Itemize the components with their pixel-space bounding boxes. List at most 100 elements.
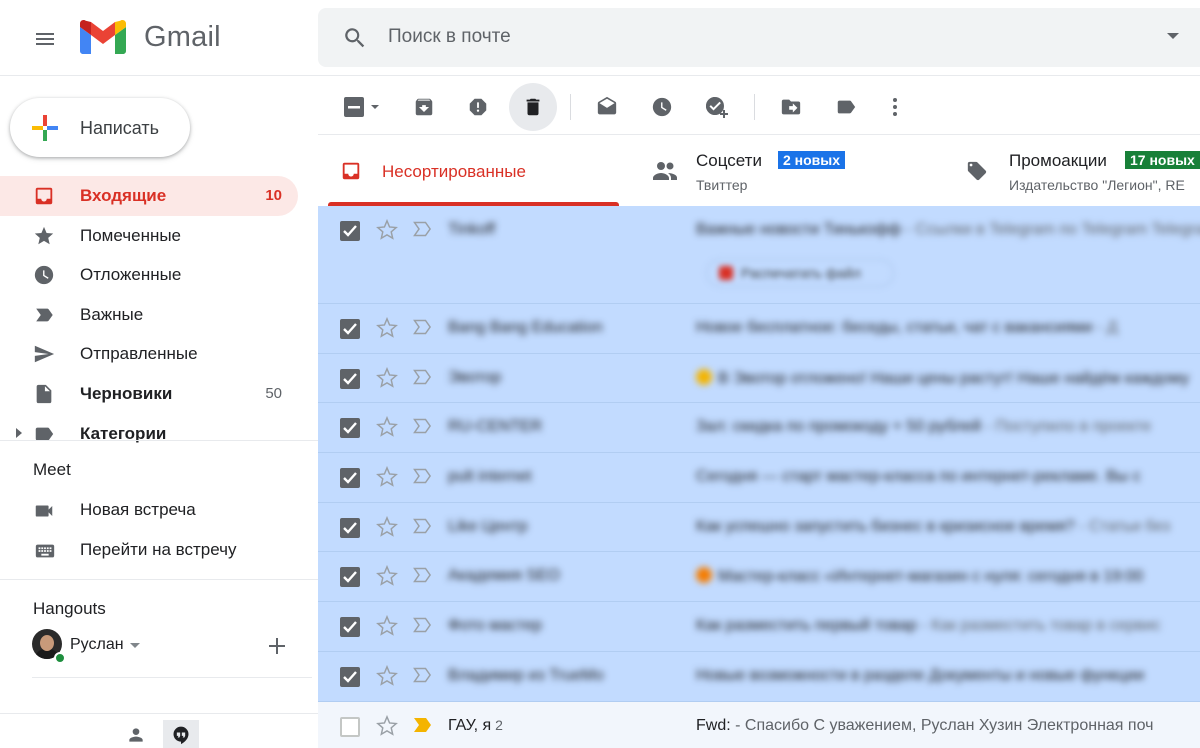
row-checkbox[interactable]	[340, 666, 360, 687]
email-row[interactable]: ГАУ, я 2 Fwd: - Спасибо С уважением, Русла…	[318, 701, 1200, 748]
sidebar-item-categories[interactable]: Категории	[0, 414, 298, 454]
hangouts-user-name: Руслан	[70, 636, 124, 653]
move-to-button[interactable]	[767, 83, 815, 131]
sidebar-item-important[interactable]: Важные	[0, 295, 298, 335]
expand-arrow-icon[interactable]	[15, 427, 23, 438]
star-toggle-icon[interactable]	[376, 366, 398, 389]
new-meeting-label: Новая встреча	[80, 500, 196, 519]
email-row[interactable]: Эвотор В Эвотор отложено! Наши цены расту…	[318, 353, 1200, 404]
star-toggle-icon[interactable]	[376, 317, 398, 339]
importance-marker-icon[interactable]	[413, 369, 433, 385]
star-toggle-icon[interactable]	[376, 714, 398, 737]
row-checkbox[interactable]	[340, 617, 360, 638]
importance-marker-icon[interactable]	[413, 221, 433, 237]
emoji-icon	[696, 368, 712, 385]
email-subject-text: В Эвотор отложено! Наши цены растут! Наш…	[718, 369, 1190, 387]
importance-marker-icon[interactable]	[413, 617, 433, 633]
gmail-logo[interactable]: Gmail	[80, 20, 221, 54]
new-count-badge: 2 новых	[778, 151, 846, 169]
importance-marker-icon[interactable]	[413, 717, 433, 733]
email-subject-text: Важные новости Тинькофф	[696, 221, 902, 238]
email-row[interactable]: Владимир из TrueMo Новые возможности в ра…	[318, 651, 1200, 702]
importance-marker-icon[interactable]	[413, 667, 433, 683]
email-sender: pult internet	[448, 468, 532, 486]
tab-social[interactable]: Соцсети 2 новых Твиттер	[638, 136, 938, 206]
email-row[interactable]: Фото мастер Как разместить первый товар -…	[318, 602, 1200, 652]
row-checkbox[interactable]	[340, 319, 360, 339]
importance-marker-icon[interactable]	[413, 418, 433, 434]
importance-marker-icon[interactable]	[413, 319, 433, 335]
importance-marker-icon[interactable]	[413, 468, 433, 484]
star-toggle-icon[interactable]	[376, 466, 398, 488]
join-meeting-item[interactable]: Перейти на встречу	[0, 532, 318, 568]
sidebar-item-label: Черновики	[80, 383, 173, 403]
search-bar[interactable]: Поиск в почте	[318, 8, 1200, 67]
email-snippet: - Ссылки в Telegram по Telegram Telegram	[901, 221, 1200, 238]
email-sender: ГАУ, я2	[448, 716, 503, 734]
thread-count: 2	[495, 716, 503, 733]
inbox-icon	[342, 162, 360, 180]
email-row[interactable]: Like Центр Как успешно запустить бизнес в…	[318, 502, 1200, 553]
clock-icon	[34, 266, 54, 285]
labels-button[interactable]	[822, 83, 870, 131]
email-row[interactable]: Академия SEO Мастер-класс «Интернет-магаз…	[318, 552, 1200, 603]
email-subject: Новое бесплатное: беседы, статьи, чат с …	[696, 319, 1200, 337]
row-checkbox[interactable]	[340, 567, 360, 588]
email-row[interactable]: pult internet Сегодня — старт мастер-клас…	[318, 453, 1200, 503]
star-toggle-icon[interactable]	[376, 664, 398, 687]
tab-promotions[interactable]: Промоакции 17 новых Издательство "Легион…	[958, 136, 1200, 206]
sidebar-item-drafts[interactable]: Черновики 50	[0, 374, 298, 414]
chevron-down-icon[interactable]	[130, 643, 140, 649]
email-row[interactable]: RU-CENTER Зал: скидка по промокоду + 50 р…	[318, 403, 1200, 454]
sidebar: Написать Входящие 10 Помеченные Отложенн…	[0, 77, 318, 748]
compose-button[interactable]: Написать	[10, 98, 190, 157]
row-checkbox[interactable]	[340, 221, 360, 241]
sidebar-item-label: Помеченные	[80, 225, 182, 245]
search-icon[interactable]	[342, 25, 368, 51]
snooze-button[interactable]	[638, 83, 686, 131]
delete-button[interactable]	[509, 83, 557, 131]
main-menu-button[interactable]	[24, 18, 66, 60]
archive-button[interactable]	[400, 83, 448, 131]
toolbar-divider	[754, 94, 755, 120]
tab-primary[interactable]: Несортированные	[318, 136, 619, 206]
row-checkbox[interactable]	[340, 418, 360, 439]
email-subject: Мастер-класс «Интернет-магазин с нуля: с…	[696, 567, 1200, 586]
sidebar-item-sent[interactable]: Отправленные	[0, 334, 298, 374]
star-toggle-icon[interactable]	[376, 219, 398, 241]
star-toggle-icon[interactable]	[376, 515, 398, 538]
star-toggle-icon[interactable]	[376, 416, 398, 438]
email-subject-text: Новое бесплатное: беседы, статьи, чат с …	[696, 319, 1093, 336]
row-checkbox[interactable]	[340, 368, 360, 389]
email-row[interactable]: Tinkoff Важные новости Тинькофф - Ссылки …	[318, 206, 1200, 304]
email-sender: Фото мастер	[448, 617, 543, 635]
importance-marker-icon[interactable]	[413, 567, 433, 583]
contacts-button[interactable]	[118, 720, 154, 748]
importance-marker-icon[interactable]	[413, 518, 433, 534]
mark-as-read-button[interactable]	[583, 83, 631, 131]
row-checkbox[interactable]	[340, 517, 360, 538]
sidebar-item-snoozed[interactable]: Отложенные	[0, 255, 298, 295]
sidebar-item-inbox[interactable]: Входящие 10	[0, 176, 298, 216]
add-contact-icon[interactable]	[268, 637, 286, 655]
tab-label: Несортированные	[382, 162, 526, 181]
toolbar	[318, 77, 1200, 135]
select-all-checkbox[interactable]	[334, 83, 388, 131]
new-meeting-item[interactable]: Новая встреча	[0, 492, 318, 528]
more-actions-button[interactable]	[871, 83, 919, 131]
report-spam-button[interactable]	[454, 83, 502, 131]
row-checkbox[interactable]	[340, 468, 360, 489]
email-row[interactable]: Bang Bang Education Новое бесплатное: бес…	[318, 304, 1200, 354]
star-toggle-icon[interactable]	[376, 565, 398, 587]
attachment-chip[interactable]: Распечатать файл	[706, 259, 894, 287]
hangouts-user[interactable]: Руслан	[32, 629, 302, 665]
row-checkbox[interactable]	[340, 716, 360, 737]
add-to-tasks-button[interactable]	[692, 83, 740, 131]
search-options-dropdown-icon[interactable]	[1166, 31, 1180, 41]
hangouts-button[interactable]	[163, 720, 199, 748]
sidebar-item-starred[interactable]: Помеченные	[0, 216, 298, 256]
people-icon	[653, 162, 677, 180]
star-toggle-icon[interactable]	[376, 615, 398, 637]
search-input[interactable]: Поиск в почте	[388, 26, 511, 48]
email-sender: Tinkoff	[448, 221, 496, 238]
